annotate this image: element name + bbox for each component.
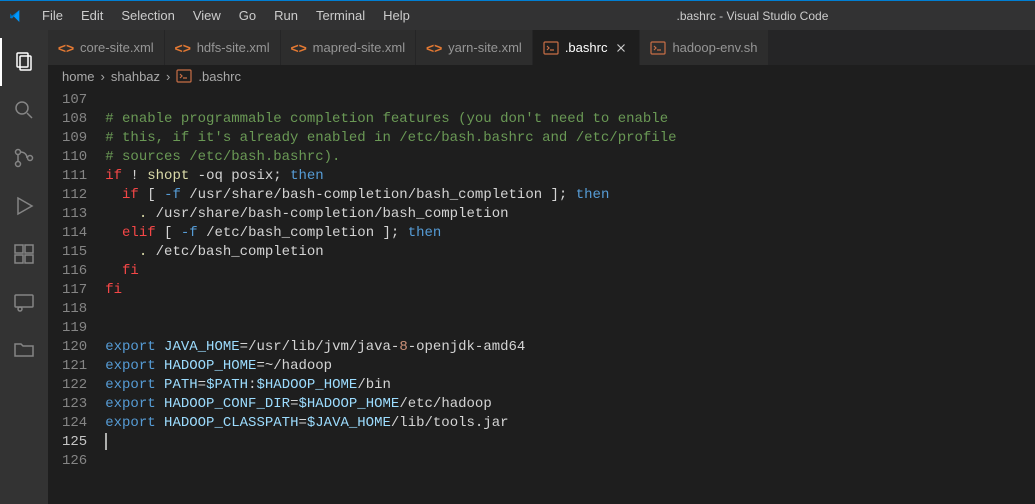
code-line[interactable]: fi: [105, 281, 1035, 300]
line-number: 113: [62, 205, 87, 224]
window-title: .bashrc - Visual Studio Code: [478, 9, 1027, 23]
line-gutter: 1071081091101111121131141151161171181191…: [48, 91, 105, 504]
extensions-icon[interactable]: [0, 230, 48, 278]
code-line[interactable]: . /etc/bash_completion: [105, 243, 1035, 262]
shell-file-icon: [543, 40, 559, 56]
menu-view[interactable]: View: [185, 4, 229, 27]
run-debug-icon[interactable]: [0, 182, 48, 230]
line-number: 112: [62, 186, 87, 205]
line-number: 121: [62, 357, 87, 376]
line-number: 126: [62, 452, 87, 471]
code-line[interactable]: elif [ -f /etc/bash_completion ]; then: [105, 224, 1035, 243]
line-number: 119: [62, 319, 87, 338]
breadcrumbs[interactable]: home › shahbaz › .bashrc: [48, 65, 1035, 87]
code-line[interactable]: . /usr/share/bash-completion/bash_comple…: [105, 205, 1035, 224]
xml-file-icon: <>: [58, 40, 74, 56]
code-line[interactable]: if ! shopt -oq posix; then: [105, 167, 1035, 186]
code-line[interactable]: [105, 433, 1035, 452]
shell-file-icon: [650, 40, 666, 56]
xml-file-icon: <>: [175, 40, 191, 56]
tab-label: hdfs-site.xml: [197, 40, 270, 55]
code-line[interactable]: export HADOOP_CLASSPATH=$JAVA_HOME/lib/t…: [105, 414, 1035, 433]
tab--bashrc[interactable]: .bashrc: [533, 30, 641, 65]
breadcrumb-item[interactable]: .bashrc: [198, 69, 241, 84]
tabbar: <> core-site.xml <> hdfs-site.xml <> mapred-s…: [48, 30, 1035, 65]
tab-label: core-site.xml: [80, 40, 154, 55]
titlebar: FileEditSelectionViewGoRunTerminalHelp .…: [0, 0, 1035, 30]
source-control-icon[interactable]: [0, 134, 48, 182]
shell-file-icon: [176, 68, 192, 84]
code-line[interactable]: export HADOOP_HOME=~/hadoop: [105, 357, 1035, 376]
tab-label: hadoop-env.sh: [672, 40, 757, 55]
breadcrumb-item[interactable]: shahbaz: [111, 69, 160, 84]
breadcrumb-item[interactable]: home: [62, 69, 95, 84]
folder-icon[interactable]: [0, 326, 48, 374]
menu-file[interactable]: File: [34, 4, 71, 27]
remote-icon[interactable]: [0, 278, 48, 326]
code-line[interactable]: # enable programmable completion feature…: [105, 110, 1035, 129]
line-number: 108: [62, 110, 87, 129]
line-number: 114: [62, 224, 87, 243]
line-number: 116: [62, 262, 87, 281]
tab-label: yarn-site.xml: [448, 40, 522, 55]
tab-label: mapred-site.xml: [313, 40, 405, 55]
cursor: [105, 433, 107, 450]
menu-run[interactable]: Run: [266, 4, 306, 27]
line-number: 111: [62, 167, 87, 186]
menu-terminal[interactable]: Terminal: [308, 4, 373, 27]
menu-selection[interactable]: Selection: [113, 4, 182, 27]
menu-go[interactable]: Go: [231, 4, 264, 27]
code-line[interactable]: # this, if it's already enabled in /etc/…: [105, 129, 1035, 148]
tab-hdfs-site-xml[interactable]: <> hdfs-site.xml: [165, 30, 281, 65]
menu-edit[interactable]: Edit: [73, 4, 111, 27]
code-line[interactable]: [105, 300, 1035, 319]
line-number: 107: [62, 91, 87, 110]
line-number: 109: [62, 129, 87, 148]
code-content[interactable]: # enable programmable completion feature…: [105, 91, 1035, 504]
tab-label: .bashrc: [565, 40, 608, 55]
tab-core-site-xml[interactable]: <> core-site.xml: [48, 30, 165, 65]
line-number: 123: [62, 395, 87, 414]
xml-file-icon: <>: [291, 40, 307, 56]
line-number: 117: [62, 281, 87, 300]
vscode-logo-icon: [8, 8, 24, 24]
code-line[interactable]: [105, 452, 1035, 471]
code-line[interactable]: export PATH=$PATH:$HADOOP_HOME/bin: [105, 376, 1035, 395]
line-number: 118: [62, 300, 87, 319]
menubar: FileEditSelectionViewGoRunTerminalHelp: [34, 4, 418, 27]
line-number: 115: [62, 243, 87, 262]
code-line[interactable]: fi: [105, 262, 1035, 281]
tab-hadoop-env-sh[interactable]: hadoop-env.sh: [640, 30, 768, 65]
line-number: 120: [62, 338, 87, 357]
code-line[interactable]: export HADOOP_CONF_DIR=$HADOOP_HOME/etc/…: [105, 395, 1035, 414]
line-number: 110: [62, 148, 87, 167]
search-icon[interactable]: [0, 86, 48, 134]
chevron-right-icon: ›: [166, 69, 170, 84]
code-line[interactable]: export JAVA_HOME=/usr/lib/jvm/java-8-ope…: [105, 338, 1035, 357]
close-icon[interactable]: [613, 40, 629, 56]
line-number: 124: [62, 414, 87, 433]
code-line[interactable]: [105, 91, 1035, 110]
line-number: 122: [62, 376, 87, 395]
chevron-right-icon: ›: [101, 69, 105, 84]
activitybar: [0, 30, 48, 504]
line-number: 125: [62, 433, 87, 452]
code-line[interactable]: [105, 319, 1035, 338]
code-line[interactable]: # sources /etc/bash.bashrc).: [105, 148, 1035, 167]
explorer-icon[interactable]: [0, 38, 48, 86]
code-line[interactable]: if [ -f /usr/share/bash-completion/bash_…: [105, 186, 1035, 205]
tab-yarn-site-xml[interactable]: <> yarn-site.xml: [416, 30, 533, 65]
xml-file-icon: <>: [426, 40, 442, 56]
menu-help[interactable]: Help: [375, 4, 418, 27]
editor[interactable]: 1071081091101111121131141151161171181191…: [48, 87, 1035, 504]
tab-mapred-site-xml[interactable]: <> mapred-site.xml: [281, 30, 416, 65]
